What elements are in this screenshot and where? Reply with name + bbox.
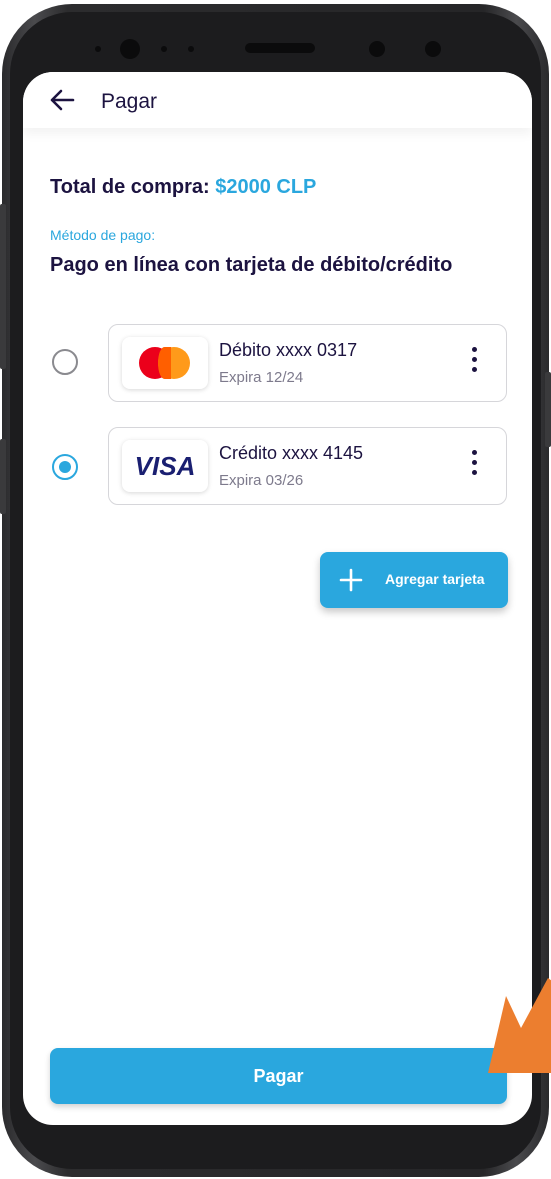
payment-method-label: Método de pago: bbox=[50, 227, 156, 243]
kebab-menu-icon[interactable] bbox=[470, 347, 478, 381]
card-name: Débito xxxx 0317 bbox=[219, 340, 358, 360]
card-expiry: Expira 12/24 bbox=[219, 369, 304, 386]
total-amount: $2000 CLP bbox=[215, 176, 317, 198]
visa-logo-text: VISA bbox=[134, 451, 196, 481]
card-name: Crédito xxxx 4145 bbox=[219, 443, 364, 463]
card-item-debit[interactable]: Débito xxxx 0317 Expira 12/24 bbox=[108, 324, 507, 402]
sensor-dot bbox=[425, 41, 441, 57]
app-screen: Pagar Total de compra: $2000 CLP Método … bbox=[23, 72, 532, 1125]
sensor-dot bbox=[369, 41, 385, 57]
card-radio-credit[interactable] bbox=[52, 454, 78, 480]
card-expiry: Expira 03/26 bbox=[219, 472, 304, 489]
card-item-credit[interactable]: VISA Crédito xxxx 4145 Expira 03/26 bbox=[108, 427, 507, 505]
sensor-dot bbox=[95, 46, 101, 52]
card-radio-debit[interactable] bbox=[52, 349, 78, 375]
add-card-label: Agregar tarjeta bbox=[385, 571, 485, 587]
phone-side-button bbox=[0, 204, 6, 369]
sensor-dot bbox=[188, 46, 194, 52]
kebab-menu-icon[interactable] bbox=[470, 450, 478, 484]
mastercard-logo-icon bbox=[122, 337, 208, 389]
plus-icon bbox=[339, 568, 363, 592]
add-card-button[interactable]: Agregar tarjeta bbox=[320, 552, 508, 608]
page-title: Pagar bbox=[101, 90, 158, 113]
app-bar: Pagar bbox=[23, 72, 532, 128]
front-camera-icon bbox=[120, 39, 140, 59]
arrow-left-icon[interactable] bbox=[49, 88, 75, 112]
sensor-dot bbox=[161, 46, 167, 52]
mastercard-overlap bbox=[158, 347, 171, 379]
total-label: Total de compra: bbox=[50, 176, 210, 198]
visa-logo-icon: VISA bbox=[122, 440, 208, 492]
phone-side-button bbox=[0, 439, 6, 514]
total-purchase: Total de compra: $2000 CLP bbox=[50, 176, 316, 199]
speaker-grille bbox=[245, 43, 315, 53]
payment-method-value: Pago en línea con tarjeta de débito/créd… bbox=[50, 254, 453, 276]
phone-side-button bbox=[545, 372, 551, 447]
pay-button[interactable]: Pagar bbox=[50, 1048, 507, 1104]
